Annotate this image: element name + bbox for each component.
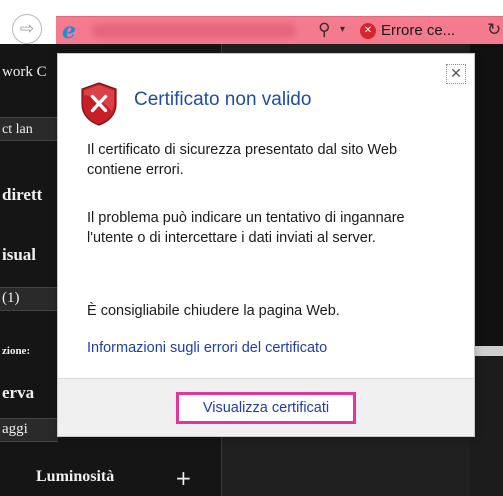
plus-button[interactable]: +	[175, 466, 192, 490]
url-text-redacted	[92, 24, 296, 38]
popup-paragraph-errors: Il certificato di sicurezza presentato d…	[87, 142, 398, 178]
bg-item-visual: isual	[2, 245, 37, 264]
certificate-error-label[interactable]: Errore ce...	[381, 22, 455, 39]
popup-paragraph-advice: È consigliabile chiudere la pagina Web.	[87, 303, 340, 319]
popup-paragraph-warning: Il problema può indicare un tentativo di…	[87, 210, 405, 246]
search-icon[interactable]: ⚲	[318, 20, 330, 40]
refresh-icon[interactable]: ↻	[487, 20, 501, 40]
internet-explorer-icon: e	[62, 18, 76, 44]
popup-footer: Visualizza certificati	[58, 378, 474, 436]
certificate-error-popup: ✕ Certificato non valido Il certificato …	[57, 53, 475, 437]
chevron-down-icon[interactable]: ▾	[340, 24, 345, 35]
certificate-error-icon[interactable]: ✕	[360, 23, 376, 39]
certificate-errors-info-link[interactable]: Informazioni sugli errori del certificat…	[87, 340, 327, 356]
close-button[interactable]: ✕	[446, 64, 466, 84]
forward-arrow-icon: ⇨	[19, 19, 35, 39]
view-certificates-button[interactable]: Visualizza certificati	[176, 392, 356, 424]
close-icon: ✕	[450, 66, 462, 82]
bg-item-network: work C	[2, 64, 47, 80]
bg-item-zione: zione:	[2, 345, 31, 357]
bg-item-one: (1)	[2, 290, 20, 306]
shield-error-icon	[81, 82, 117, 126]
bg-item-direct: dirett	[2, 185, 43, 204]
bg-item-update: aggi	[2, 421, 28, 437]
popup-title: Certificato non valido	[134, 89, 312, 110]
bg-item-language: ct lan	[2, 122, 33, 137]
forward-button[interactable]: ⇨	[12, 14, 42, 44]
bg-item-brightness: Luminosità	[36, 468, 115, 485]
url-field[interactable]: e ⚲ ▾ ✕ Errore ce... ↻	[56, 16, 503, 44]
bg-item-interval: erva	[2, 383, 35, 402]
address-bar: ⇨ e ⚲ ▾ ✕ Errore ce... ↻	[0, 0, 503, 44]
